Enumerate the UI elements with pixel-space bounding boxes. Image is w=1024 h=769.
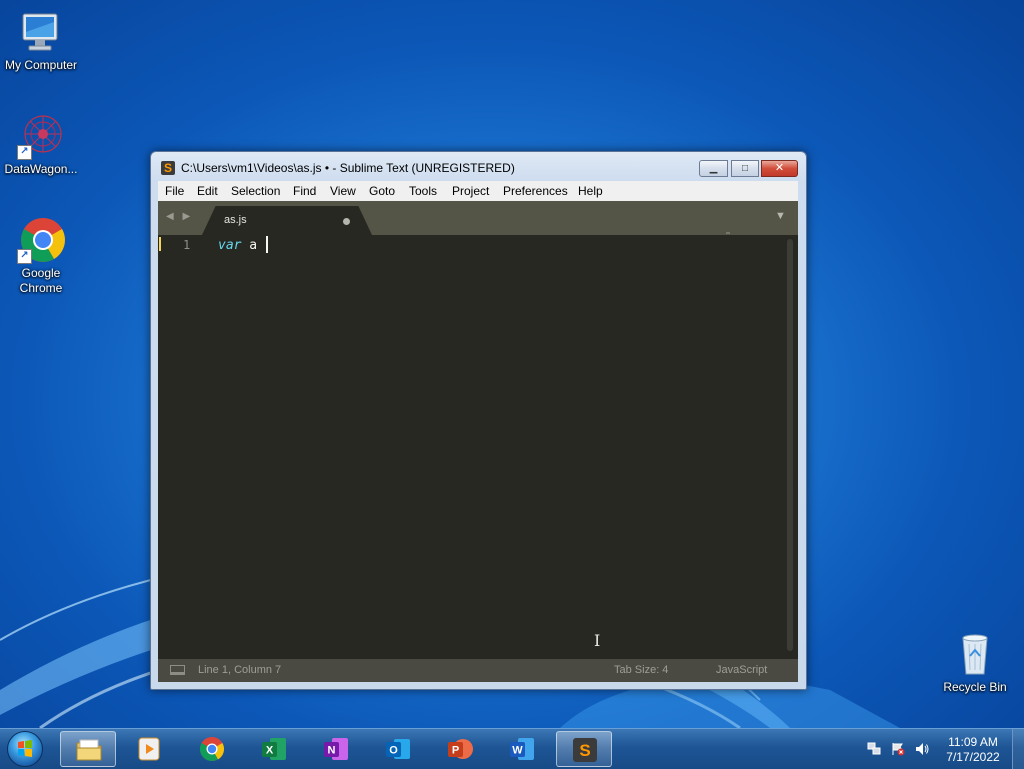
taskbar-media-player[interactable] [122, 731, 178, 767]
chrome-icon [199, 737, 225, 762]
svg-text:S: S [579, 741, 590, 760]
show-desktop-button[interactable] [1012, 729, 1024, 769]
action-center-flag-icon[interactable] [891, 742, 905, 756]
taskbar-onenote[interactable]: N [308, 731, 364, 767]
chrome-icon: ↗ [17, 216, 65, 264]
status-syntax[interactable]: JavaScript [716, 664, 767, 676]
taskbar-excel[interactable]: X [246, 731, 302, 767]
editor-client: ◀ ▶ as.js ▼ 1 var a I Line 1, Column 7 T… [158, 201, 798, 682]
status-tab-size[interactable]: Tab Size: 4 [614, 664, 668, 676]
code-keyword: var [218, 238, 242, 253]
tab-label: as.js [224, 214, 247, 226]
svg-text:X: X [266, 745, 274, 757]
word-icon: W [510, 738, 534, 760]
menu-edit[interactable]: Edit [197, 184, 218, 198]
code-line[interactable]: var a [218, 238, 265, 253]
svg-text:W: W [512, 745, 523, 757]
taskbar-outlook[interactable]: O [370, 731, 426, 767]
shortcut-arrow-icon: ↗ [17, 145, 32, 160]
status-cursor-position: Line 1, Column 7 [198, 664, 282, 676]
tab-navigation-arrows-icon[interactable]: ◀ ▶ [166, 211, 193, 222]
taskbar-file-explorer[interactable] [60, 731, 116, 767]
menu-tools[interactable]: Tools [409, 184, 437, 198]
menu-selection[interactable]: Selection [231, 184, 280, 198]
sublime-text-icon: S [573, 738, 597, 762]
maximize-button[interactable]: □ [731, 160, 759, 177]
excel-icon: X [262, 738, 286, 760]
shortcut-arrow-icon: ↗ [17, 249, 32, 264]
status-bar: Line 1, Column 7 Tab Size: 4 JavaScript [158, 659, 798, 682]
clock-date: 7/17/2022 [946, 750, 1000, 764]
minimap-indicator [726, 232, 730, 234]
menu-project[interactable]: Project [452, 184, 489, 198]
outlook-icon: O [386, 739, 410, 759]
menu-bar: File Edit Selection Find View Goto Tools… [158, 181, 798, 202]
sublime-window: S C:\Users\vm1\Videos\as.js • - Sublime … [150, 151, 807, 690]
window-title: C:\Users\vm1\Videos\as.js • - Sublime Te… [181, 161, 515, 175]
taskbar-sublime-text[interactable]: S [556, 731, 612, 767]
network-icon[interactable] [867, 742, 881, 756]
media-player-icon [138, 737, 160, 761]
desktop-icon-datawagon[interactable]: ↗ DataWagon... [0, 112, 82, 177]
desktop-icon-google-chrome[interactable]: ↗ Google Chrome [0, 216, 82, 296]
menu-preferences[interactable]: Preferences [503, 184, 568, 198]
modified-line-marker [159, 237, 161, 251]
unsaved-dot-icon[interactable] [343, 218, 350, 225]
tab-dropdown-icon[interactable]: ▼ [775, 210, 786, 222]
svg-text:N: N [328, 745, 336, 757]
desktop-icon-recycle-bin[interactable]: Recycle Bin [934, 630, 1016, 695]
menu-view[interactable]: View [330, 184, 356, 198]
line-number: 1 [183, 238, 191, 252]
taskbar-word[interactable]: W [494, 731, 550, 767]
powerpoint-icon: P [448, 739, 473, 759]
sublime-text-icon: S [161, 161, 175, 175]
panel-toggle-icon[interactable] [170, 665, 185, 675]
taskbar: X N O P W S 11:09 AM 7/17/2022 [0, 728, 1024, 769]
datawagon-icon: ↗ [17, 112, 65, 160]
desktop-icon-label: DataWagon... [4, 162, 78, 176]
menu-help[interactable]: Help [578, 184, 603, 198]
computer-icon [17, 8, 65, 56]
menu-file[interactable]: File [165, 184, 184, 198]
close-button[interactable]: ✕ [761, 160, 798, 177]
vertical-scrollbar[interactable] [787, 239, 793, 651]
start-button[interactable] [7, 731, 43, 767]
svg-text:O: O [389, 745, 398, 757]
desktop-icon-label: Google Chrome [19, 266, 63, 295]
taskbar-clock[interactable]: 11:09 AM 7/17/2022 [940, 735, 1006, 765]
recycle-bin-icon [951, 630, 999, 678]
svg-text:P: P [452, 745, 459, 757]
windows-logo-icon [18, 740, 32, 757]
text-caret [266, 236, 268, 253]
tab-bar: ◀ ▶ as.js ▼ [158, 201, 798, 235]
folder-icon [76, 739, 102, 761]
menu-find[interactable]: Find [293, 184, 316, 198]
taskbar-powerpoint[interactable]: P [432, 731, 488, 767]
code-text: a [241, 238, 265, 253]
taskbar-google-chrome[interactable] [184, 731, 240, 767]
title-bar[interactable]: S C:\Users\vm1\Videos\as.js • - Sublime … [151, 152, 806, 182]
clock-time: 11:09 AM [948, 735, 998, 749]
desktop-icon-my-computer[interactable]: My Computer [0, 8, 82, 73]
tab-as-js[interactable]: as.js [202, 206, 372, 235]
volume-icon[interactable] [915, 742, 929, 756]
menu-goto[interactable]: Goto [369, 184, 395, 198]
ibeam-cursor-icon: I [594, 631, 601, 650]
minimize-button[interactable]: ▁ [699, 160, 728, 177]
desktop-icon-label: My Computer [4, 58, 78, 72]
system-tray [865, 739, 935, 759]
onenote-icon: N [324, 738, 348, 760]
desktop-icon-label: Recycle Bin [943, 680, 1007, 694]
